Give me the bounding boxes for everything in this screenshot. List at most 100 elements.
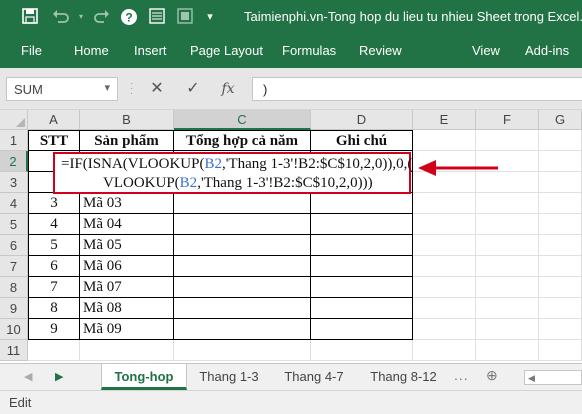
menu-formulas[interactable]: Formulas [282, 43, 336, 58]
cancel-button[interactable]: ✕ [145, 77, 169, 101]
more-sheets-icon[interactable]: ... [454, 367, 469, 383]
cell[interactable] [476, 214, 539, 235]
tab-scroll-right-icon[interactable]: ▶ [55, 370, 63, 383]
header-cell-summary[interactable]: Tổng hợp cả năm [174, 130, 311, 151]
cell[interactable] [28, 340, 80, 361]
summary-cell[interactable] [174, 235, 311, 256]
summary-cell[interactable] [174, 256, 311, 277]
product-cell[interactable]: Mã 07 [80, 277, 174, 298]
summary-cell[interactable] [174, 319, 311, 340]
row-header-7[interactable]: 7 [0, 256, 28, 277]
cell[interactable] [413, 130, 476, 151]
cell[interactable] [80, 340, 174, 361]
summary-cell[interactable] [174, 214, 311, 235]
column-header-f[interactable]: F [476, 110, 539, 130]
stt-cell[interactable]: 5 [28, 235, 80, 256]
cell[interactable] [539, 151, 582, 172]
row-header-3[interactable]: 3 [0, 172, 28, 193]
cell[interactable] [539, 130, 582, 151]
undo-dropdown-icon[interactable]: ▾ [76, 8, 86, 26]
select-all-button[interactable] [0, 110, 28, 130]
cell[interactable] [539, 214, 582, 235]
summary-cell[interactable] [174, 298, 311, 319]
menu-view[interactable]: View [472, 43, 500, 58]
header-cell-product[interactable]: Sản phẩm [80, 130, 174, 151]
help-icon[interactable]: ? [120, 8, 138, 26]
cell[interactable] [539, 319, 582, 340]
row-header-9[interactable]: 9 [0, 298, 28, 319]
cell[interactable] [413, 277, 476, 298]
name-box[interactable]: SUM ▾ [6, 77, 118, 101]
sheet-tab-thang-8-12[interactable]: Thang 8-12 [357, 364, 450, 390]
cell[interactable] [539, 298, 582, 319]
cell[interactable] [476, 319, 539, 340]
row-header-2[interactable]: 2 [0, 151, 28, 172]
form-icon[interactable] [148, 8, 166, 26]
product-cell[interactable]: Mã 05 [80, 235, 174, 256]
row-header-8[interactable]: 8 [0, 277, 28, 298]
stt-cell[interactable]: 4 [28, 214, 80, 235]
notes-cell[interactable] [311, 298, 413, 319]
row-header-1[interactable]: 1 [0, 130, 28, 151]
stt-cell[interactable]: 6 [28, 256, 80, 277]
column-header-c[interactable]: C [174, 110, 311, 130]
product-cell[interactable]: Mã 09 [80, 319, 174, 340]
cell[interactable] [311, 340, 413, 361]
cell-formula-editor[interactable]: =IF(ISNA(VLOOKUP(B2,'Thang 1-3'!B2:$C$10… [53, 152, 412, 194]
notes-cell[interactable] [311, 256, 413, 277]
cell[interactable] [539, 256, 582, 277]
menu-insert[interactable]: Insert [134, 43, 167, 58]
menu-add-ins[interactable]: Add-ins [525, 43, 569, 58]
menu-page-layout[interactable]: Page Layout [190, 43, 263, 58]
new-sheet-icon[interactable]: ⊕ [486, 367, 498, 384]
column-header-g[interactable]: G [539, 110, 582, 130]
header-cell-stt[interactable]: STT [28, 130, 80, 151]
cell[interactable] [413, 319, 476, 340]
column-header-e[interactable]: E [413, 110, 476, 130]
cell[interactable] [476, 340, 539, 361]
scroll-left-icon[interactable]: ◀ [528, 371, 535, 385]
product-cell[interactable]: Mã 03 [80, 193, 174, 214]
tab-scroll-left-icon[interactable]: ◀ [24, 370, 32, 383]
cell[interactable] [413, 256, 476, 277]
cell[interactable] [539, 172, 582, 193]
row-header-5[interactable]: 5 [0, 214, 28, 235]
cell[interactable] [476, 298, 539, 319]
row-header-6[interactable]: 6 [0, 235, 28, 256]
cell[interactable] [476, 130, 539, 151]
notes-cell[interactable] [311, 319, 413, 340]
cell[interactable] [539, 193, 582, 214]
sheet-tab-thang-4-7[interactable]: Thang 4-7 [271, 364, 357, 390]
cell[interactable] [539, 235, 582, 256]
summary-cell[interactable] [174, 193, 311, 214]
menu-review[interactable]: Review [359, 43, 402, 58]
sheet-tab-tong-hop[interactable]: Tong-hop [101, 364, 187, 390]
cell[interactable] [539, 277, 582, 298]
header-cell-notes[interactable]: Ghi chú [311, 130, 413, 151]
column-header-d[interactable]: D [311, 110, 413, 130]
save-icon[interactable] [20, 8, 40, 26]
cell[interactable] [476, 277, 539, 298]
column-header-a[interactable]: A [28, 110, 80, 130]
notes-cell[interactable] [311, 193, 413, 214]
cell[interactable] [476, 256, 539, 277]
cell[interactable] [413, 298, 476, 319]
row-header-10[interactable]: 10 [0, 319, 28, 340]
customize-icon[interactable] [176, 8, 194, 26]
cell[interactable] [413, 340, 476, 361]
product-cell[interactable]: Mã 06 [80, 256, 174, 277]
cell[interactable] [413, 214, 476, 235]
menu-file[interactable]: File [21, 43, 42, 58]
undo-icon[interactable] [50, 8, 72, 26]
row-header-4[interactable]: 4 [0, 193, 28, 214]
enter-button[interactable]: ✓ [181, 77, 205, 101]
cell[interactable] [539, 340, 582, 361]
quick-access-dropdown-icon[interactable]: ▾ [204, 8, 216, 26]
product-cell[interactable]: Mã 08 [80, 298, 174, 319]
notes-cell[interactable] [311, 277, 413, 298]
insert-function-button[interactable]: fx [216, 77, 240, 101]
summary-cell[interactable] [174, 277, 311, 298]
horizontal-scrollbar[interactable]: ◀ [524, 370, 582, 385]
stt-cell[interactable]: 8 [28, 298, 80, 319]
stt-cell[interactable]: 3 [28, 193, 80, 214]
